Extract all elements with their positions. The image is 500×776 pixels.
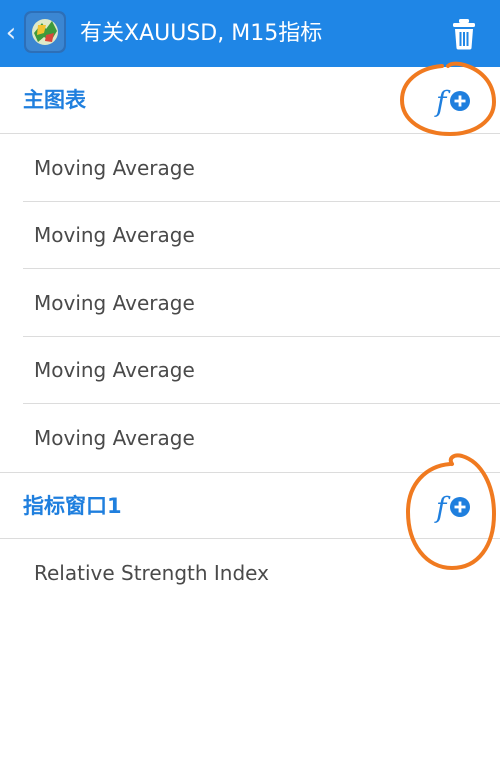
divider: [23, 403, 500, 404]
indicator-label: Relative Strength Index: [34, 561, 269, 585]
indicator-label: Moving Average: [34, 426, 195, 450]
trash-icon[interactable]: [446, 14, 482, 54]
function-add-icon[interactable]: f: [432, 490, 478, 524]
indicator-label: Moving Average: [34, 291, 195, 315]
divider: [23, 268, 500, 269]
indicator-label: Moving Average: [34, 358, 195, 382]
chevron-left-icon[interactable]: ‹: [4, 16, 18, 50]
list-item[interactable]: Moving Average: [0, 202, 500, 269]
svg-text:f: f: [434, 491, 451, 524]
page-title: 有关XAUUSD, M15指标: [80, 21, 323, 46]
indicator-label: Moving Average: [34, 156, 195, 180]
svg-text:f: f: [434, 85, 451, 118]
metatrader-logo-icon[interactable]: [24, 11, 66, 53]
function-add-icon[interactable]: f: [432, 84, 478, 118]
section-header-indicator-window: 指标窗口1 f: [0, 472, 500, 539]
list-item[interactable]: Moving Average: [0, 270, 500, 337]
list-item[interactable]: Relative Strength Index: [0, 540, 500, 607]
section-title: 指标窗口1: [23, 494, 122, 518]
list-item[interactable]: Moving Average: [0, 405, 500, 472]
list-item[interactable]: Moving Average: [0, 337, 500, 404]
app-bar: ‹ 有关XAUUSD, M15指标: [0, 0, 500, 67]
list-item[interactable]: Moving Average: [0, 135, 500, 202]
indicator-label: Moving Average: [34, 223, 195, 247]
section-header-main-chart: 主图表 f: [0, 67, 500, 134]
section-title: 主图表: [23, 88, 86, 112]
